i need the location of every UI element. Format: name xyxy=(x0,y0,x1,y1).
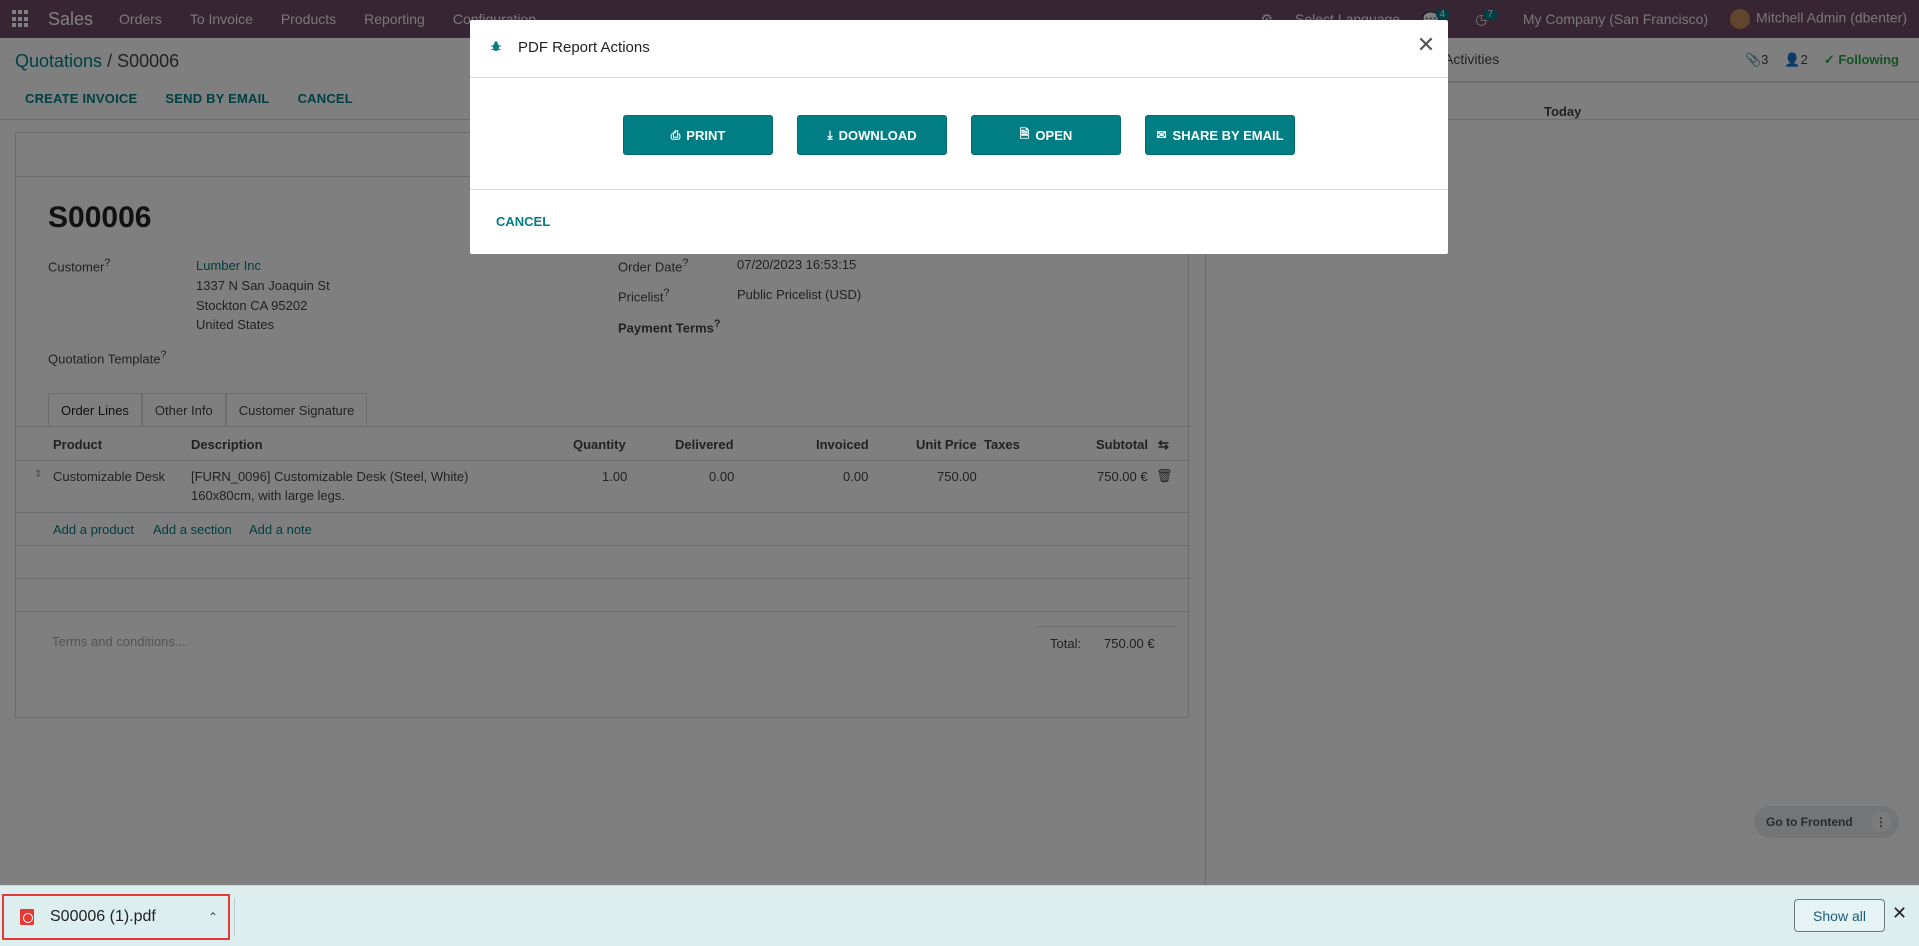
pdf-file-icon xyxy=(20,909,34,925)
close-download-bar-icon[interactable]: ✕ xyxy=(1892,903,1907,924)
show-all-button[interactable]: Show all xyxy=(1794,899,1885,932)
pdf-report-actions-dialog: PDF Report Actions ✕ ⎙ PRINT ⤓ DOWNLOAD … xyxy=(470,20,1448,254)
close-icon[interactable]: ✕ xyxy=(1414,34,1438,58)
print-label: PRINT xyxy=(686,127,726,143)
modal-header: PDF Report Actions ✕ xyxy=(470,20,1448,78)
downloaded-file-name: S00006 (1).pdf xyxy=(50,908,156,925)
modal-title: PDF Report Actions xyxy=(518,39,650,56)
download-label: DOWNLOAD xyxy=(838,127,917,143)
download-divider xyxy=(234,898,235,936)
print-button[interactable]: ⎙ PRINT xyxy=(623,115,773,155)
modal-body: ⎙ PRINT ⤓ DOWNLOAD 🗎 OPEN ✉ SHARE BY EMA… xyxy=(470,78,1448,190)
open-label: OPEN xyxy=(1035,127,1073,143)
cancel-button[interactable]: CANCEL xyxy=(496,214,550,229)
downloaded-file-item[interactable]: S00006 (1).pdf ⌃ xyxy=(2,894,230,940)
bug-icon xyxy=(491,41,501,51)
open-button[interactable]: 🗎 OPEN xyxy=(971,115,1121,155)
modal-footer: CANCEL xyxy=(470,190,1448,254)
share-by-email-button[interactable]: ✉ SHARE BY EMAIL xyxy=(1145,115,1295,155)
printer-icon: ⎙ xyxy=(670,127,681,142)
download-bar: S00006 (1).pdf ⌃ Show all ✕ xyxy=(0,885,1919,946)
envelope-icon: ✉ xyxy=(1156,128,1167,142)
share-label: SHARE BY EMAIL xyxy=(1172,127,1284,143)
chevron-up-icon[interactable]: ⌃ xyxy=(208,910,218,924)
download-icon: ⤓ xyxy=(827,127,833,142)
file-icon: 🗎 xyxy=(1019,126,1030,141)
download-button[interactable]: ⤓ DOWNLOAD xyxy=(797,115,947,155)
